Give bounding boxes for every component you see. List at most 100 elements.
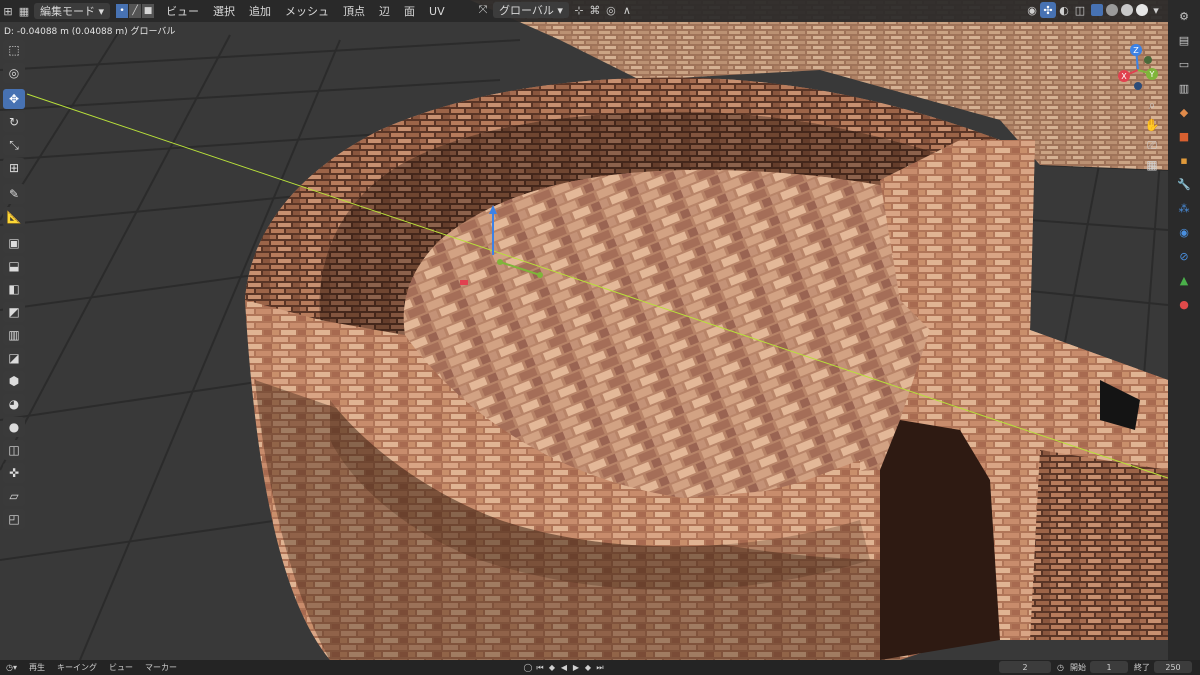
pan-hand-icon[interactable]: ✋ bbox=[1142, 115, 1162, 135]
knife-icon: ◪ bbox=[8, 351, 20, 365]
brick-well-mesh[interactable] bbox=[245, 77, 1168, 660]
perspective-toggle-icon[interactable]: ▦ bbox=[1142, 155, 1162, 175]
inset-tool[interactable]: ◧ bbox=[3, 279, 25, 299]
3d-viewport[interactable]: ⊞ ▦ 編集モード ▾ • ╱ ■ ビュー 選択 追加 メッシュ 頂点 辺 面 … bbox=[0, 0, 1168, 660]
overlay-icon[interactable]: ◐ bbox=[1056, 2, 1072, 18]
timeline-editor-icon[interactable]: ◷▾ bbox=[0, 663, 23, 672]
particles-icon[interactable]: ⁂ bbox=[1174, 198, 1194, 218]
clock-icon[interactable]: ◷ bbox=[1057, 663, 1064, 672]
data-properties-icon[interactable]: ▲ bbox=[1174, 270, 1194, 290]
menu-uv[interactable]: UV bbox=[422, 2, 452, 20]
navigation-gizmo[interactable]: Z X Y bbox=[1110, 40, 1166, 96]
scene-properties-icon[interactable]: ◆ bbox=[1174, 102, 1194, 122]
poly-build-icon: ⬢ bbox=[8, 374, 20, 388]
zoom-icon[interactable]: ⌕ bbox=[1142, 95, 1162, 115]
jump-start-icon[interactable]: ⏮ bbox=[534, 663, 546, 673]
menu-vertex[interactable]: 頂点 bbox=[336, 2, 372, 20]
viewport-header: ⊞ ▦ 編集モード ▾ • ╱ ■ ビュー 選択 追加 メッシュ 頂点 辺 面 … bbox=[0, 0, 1168, 22]
loop-cut-tool[interactable]: ▥ bbox=[3, 325, 25, 345]
playback-menu[interactable]: 再生 bbox=[23, 662, 51, 673]
menu-add[interactable]: 追加 bbox=[242, 2, 278, 20]
timeline-view-menu[interactable]: ビュー bbox=[103, 662, 139, 673]
pivot-icon[interactable]: ⊹ bbox=[571, 2, 587, 18]
prev-keyframe-icon[interactable]: ◆ bbox=[546, 663, 558, 672]
snap-icon[interactable]: ⌘ bbox=[587, 2, 603, 18]
transform-icon: ⊞ bbox=[8, 161, 20, 175]
shrink-fatten-tool[interactable]: ✜ bbox=[3, 463, 25, 483]
render-properties-icon[interactable]: ▤ bbox=[1174, 30, 1194, 50]
gizmo-toggle-icon[interactable]: ✣ bbox=[1040, 2, 1056, 18]
constraints-icon[interactable]: ⊘ bbox=[1174, 246, 1194, 266]
shear-tool[interactable]: ▱ bbox=[3, 486, 25, 506]
poly-build-tool[interactable]: ⬢ bbox=[3, 371, 25, 391]
measure-icon: 📐 bbox=[6, 210, 22, 224]
knife-tool[interactable]: ◪ bbox=[3, 348, 25, 368]
menu-mesh[interactable]: メッシュ bbox=[278, 2, 336, 20]
cursor-tool[interactable]: ◎ bbox=[3, 63, 25, 83]
rip-tool[interactable]: ◰ bbox=[3, 509, 25, 529]
shading-options-icon[interactable]: ▾ bbox=[1148, 2, 1164, 18]
viewport-scene bbox=[0, 0, 1168, 660]
view-layer-icon[interactable]: ▥ bbox=[1174, 78, 1194, 98]
add-cube-tool[interactable]: ▣ bbox=[3, 233, 25, 253]
measure-tool[interactable]: 📐 bbox=[3, 207, 25, 227]
menu-select[interactable]: 選択 bbox=[206, 2, 242, 20]
scale-tool[interactable]: ⤡ bbox=[3, 135, 25, 155]
material-shading-icon[interactable] bbox=[1121, 4, 1133, 16]
play-reverse-icon[interactable]: ◀ bbox=[558, 663, 570, 672]
next-keyframe-icon[interactable]: ◆ bbox=[582, 663, 594, 672]
record-icon[interactable]: ◯ bbox=[522, 663, 534, 672]
physics-icon[interactable]: ◉ bbox=[1174, 222, 1194, 242]
material-properties-icon[interactable]: ● bbox=[1174, 294, 1194, 314]
menu-view[interactable]: ビュー bbox=[159, 2, 206, 20]
bevel-tool[interactable]: ◩ bbox=[3, 302, 25, 322]
orientation-dropdown[interactable]: グローバル ▾ bbox=[493, 2, 569, 18]
rendered-shading-icon[interactable] bbox=[1136, 4, 1148, 16]
wireframe-shading-icon[interactable] bbox=[1091, 4, 1103, 16]
xray-icon[interactable]: ◫ bbox=[1072, 2, 1088, 18]
menu-face[interactable]: 面 bbox=[397, 2, 422, 20]
extrude-tool[interactable]: ⬓ bbox=[3, 256, 25, 276]
scale-icon: ⤡ bbox=[9, 137, 19, 152]
start-frame-field[interactable]: 1 bbox=[1090, 661, 1128, 673]
cursor-icon: ◎ bbox=[8, 66, 20, 80]
edge-slide-tool[interactable]: ◫ bbox=[3, 440, 25, 460]
tool-properties-icon[interactable]: ⚙ bbox=[1174, 6, 1194, 26]
smooth-tool[interactable]: ● bbox=[3, 417, 25, 437]
solid-shading-icon[interactable] bbox=[1106, 4, 1118, 16]
editor-type-icon[interactable]: ⊞ bbox=[0, 3, 16, 19]
modifier-wrench-icon[interactable]: 🔧 bbox=[1174, 174, 1194, 194]
world-properties-icon[interactable]: ■ bbox=[1174, 126, 1194, 146]
object-properties-icon[interactable]: ▪ bbox=[1174, 150, 1194, 170]
camera-view-icon[interactable]: ⎚ bbox=[1142, 135, 1162, 155]
jump-end-icon[interactable]: ⏭ bbox=[594, 663, 606, 673]
marker-menu[interactable]: マーカー bbox=[139, 662, 183, 673]
proportional-edit-icon[interactable]: ◎ bbox=[603, 2, 619, 18]
edge-select-icon[interactable]: ╱ bbox=[129, 4, 142, 18]
vertex-select-icon[interactable]: • bbox=[116, 4, 129, 18]
annotate-tool[interactable]: ✎ bbox=[3, 184, 25, 204]
curve-icon[interactable]: ∧ bbox=[619, 2, 635, 18]
select-box-tool[interactable]: ⬚ bbox=[3, 40, 25, 60]
visibility-icon[interactable]: ◉ bbox=[1024, 2, 1040, 18]
gizmo-y-label: Y bbox=[1149, 70, 1155, 79]
rip-icon: ◰ bbox=[8, 512, 20, 526]
start-label: 開始 bbox=[1070, 662, 1086, 672]
rotate-tool[interactable]: ↻ bbox=[3, 112, 25, 132]
spin-tool[interactable]: ◕ bbox=[3, 394, 25, 414]
end-frame-field[interactable]: 250 bbox=[1154, 661, 1192, 673]
output-properties-icon[interactable]: ▭ bbox=[1174, 54, 1194, 74]
rotate-icon: ↻ bbox=[8, 115, 20, 129]
menu-edge[interactable]: 辺 bbox=[372, 2, 397, 20]
edge-slide-icon: ◫ bbox=[8, 443, 20, 457]
move-tool[interactable]: ✥ bbox=[3, 89, 25, 109]
mode-dropdown[interactable]: 編集モード ▾ bbox=[34, 3, 111, 19]
transform-tool[interactable]: ⊞ bbox=[3, 158, 25, 178]
play-icon[interactable]: ▶ bbox=[570, 663, 582, 672]
current-frame-field[interactable]: 2 bbox=[999, 661, 1052, 673]
mode-label: 編集モード bbox=[40, 5, 95, 18]
chevron-down-icon: ▾ bbox=[95, 4, 105, 18]
orientation-label: グローバル bbox=[499, 4, 554, 17]
keying-menu[interactable]: キーイング bbox=[51, 662, 103, 673]
face-select-icon[interactable]: ■ bbox=[142, 4, 155, 18]
